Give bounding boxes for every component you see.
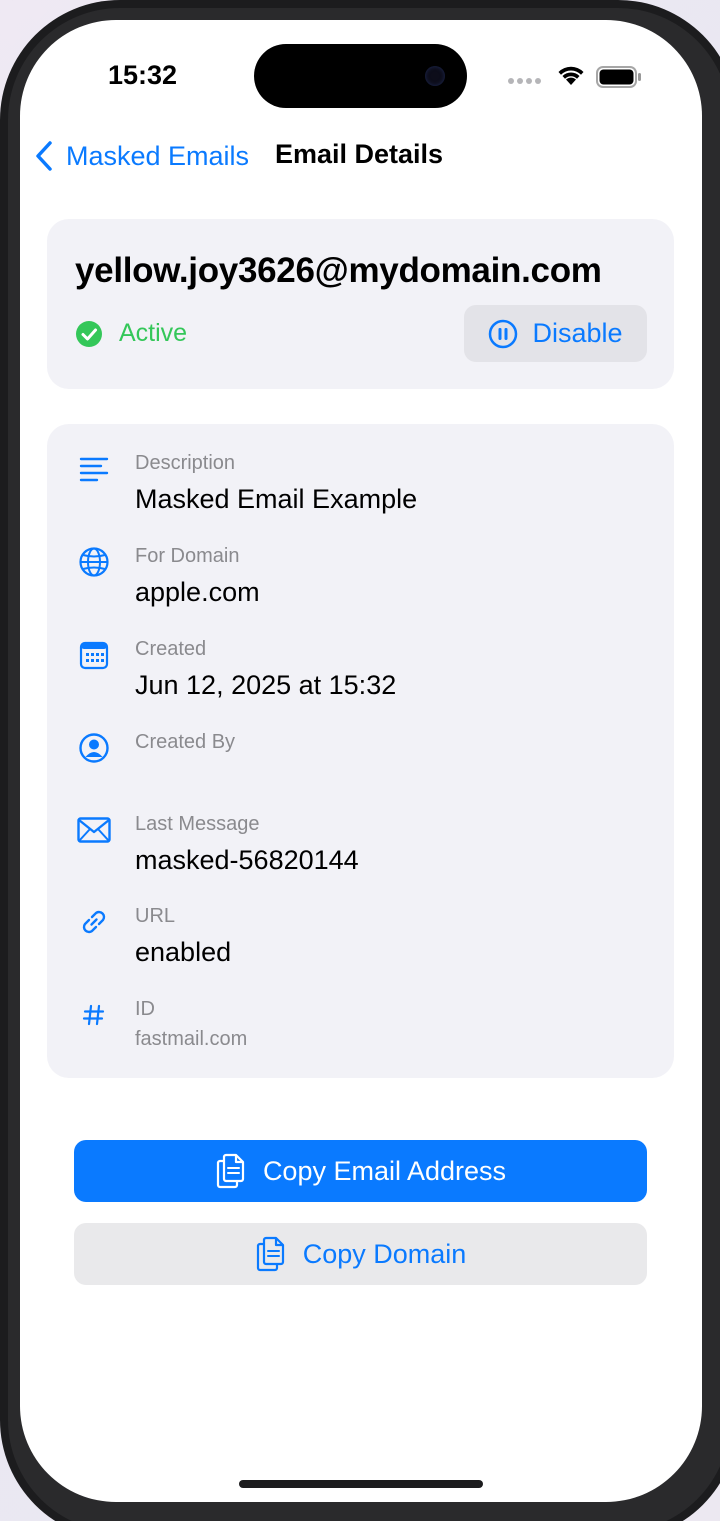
disable-button[interactable]: Disable — [464, 305, 647, 362]
id-value: fastmail.com — [135, 1028, 248, 1050]
copy-email-label: Copy Email Address — [262, 1155, 507, 1186]
globe-icon — [77, 545, 111, 579]
email-summary-card: yellow.joy3626@mydomain.com Active Disab… — [47, 219, 674, 389]
text-lines-icon — [77, 452, 111, 486]
for-domain-value: apple.com — [135, 577, 260, 607]
screen: 15:32 Masked Emails Email Details yellow… — [20, 20, 702, 1502]
url-label: URL — [135, 905, 176, 927]
details-card: Description Masked Email Example For Dom… — [47, 424, 674, 1078]
copy-document-icon — [256, 1236, 284, 1272]
pause-circle-icon — [489, 319, 518, 348]
battery-icon — [596, 66, 641, 88]
last-message-value: masked-56820144 — [135, 845, 359, 875]
created-by-label: Created By — [135, 731, 236, 753]
home-indicator[interactable] — [239, 1480, 483, 1488]
camera-icon — [425, 66, 445, 86]
copy-domain-label: Copy Domain — [302, 1238, 467, 1269]
copy-document-icon — [216, 1153, 245, 1189]
link-icon — [77, 905, 111, 939]
person-circle-icon — [77, 731, 111, 765]
for-domain-label: For Domain — [135, 545, 240, 567]
dynamic-island — [254, 44, 467, 108]
description-value: Masked Email Example — [135, 484, 418, 514]
page-title: Email Details — [275, 139, 444, 169]
status-time: 15:32 — [108, 60, 178, 90]
chevron-left-icon — [36, 141, 52, 171]
back-label: Masked Emails — [66, 140, 250, 171]
hash-icon — [77, 998, 111, 1032]
id-label: ID — [135, 998, 155, 1020]
envelope-icon — [77, 813, 111, 847]
created-label: Created — [135, 638, 207, 660]
created-value: Jun 12, 2025 at 15:32 — [135, 670, 397, 700]
checkmark-circle-icon — [76, 320, 102, 347]
disable-label: Disable — [532, 318, 623, 348]
status-badge: Active — [119, 319, 188, 347]
calendar-icon — [77, 638, 111, 672]
cellular-signal-icon — [508, 78, 541, 84]
wifi-icon — [558, 66, 584, 85]
copy-domain-button[interactable]: Copy Domain — [74, 1223, 647, 1285]
last-message-label: Last Message — [135, 813, 260, 835]
copy-email-button[interactable]: Copy Email Address — [74, 1140, 647, 1202]
url-value: enabled — [135, 937, 232, 967]
back-button[interactable]: Masked Emails — [34, 136, 249, 176]
description-label: Description — [135, 452, 236, 474]
email-address: yellow.joy3626@mydomain.com — [75, 251, 602, 290]
status-row: Active — [75, 319, 187, 348]
